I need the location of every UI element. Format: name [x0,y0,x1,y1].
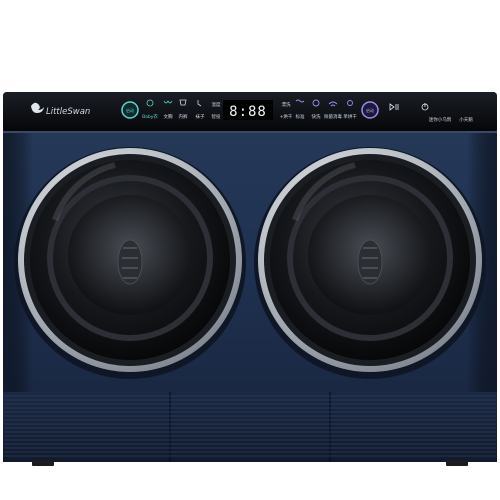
temperature-option[interactable]: 温度 [212,101,221,108]
start-button-right-label: 启动 [366,107,374,113]
left-foot [32,460,54,466]
twin-tub-washer: LittleSwan 启动 Baby衣 文胸 内裤 袜子 温度 智投 8:88 … [3,92,497,466]
panel-edge [3,131,497,133]
mode-dry-only-label: 单烘干 [343,113,357,120]
brand-name: LittleSwan [46,107,90,117]
bottom-grille [3,392,497,462]
auto-dose-option[interactable]: 智投 [212,113,221,120]
grille-panel [3,392,497,462]
display-value: 8:88 [229,104,267,120]
panel-text-mini: 迷你小乌鸦 [429,116,452,123]
right-drum-door[interactable] [254,147,486,379]
digital-display: 8:88 [223,100,273,120]
program-baby-label: Baby衣 [142,113,158,120]
program-underwear-label: 内裤 [179,113,188,120]
right-drum-paddle [357,239,383,285]
add-dry-option[interactable]: +烘干 [280,113,293,120]
mode-quick-label: 快洗 [312,113,321,120]
start-button-left-label: 启动 [126,107,134,113]
left-drum-paddle [117,239,143,285]
mode-sanitize-label: 除菌消毒 [324,113,342,120]
panel-text-brand: 小天鹅 [459,116,473,123]
program-socks-label: 袜子 [196,113,205,120]
rinse-option[interactable]: 漂洗 [282,101,291,108]
program-bra-label: 文胸 [164,113,173,120]
left-drum-door[interactable] [14,147,246,379]
mode-standard-label: 标准 [296,113,305,120]
right-foot [446,460,468,466]
